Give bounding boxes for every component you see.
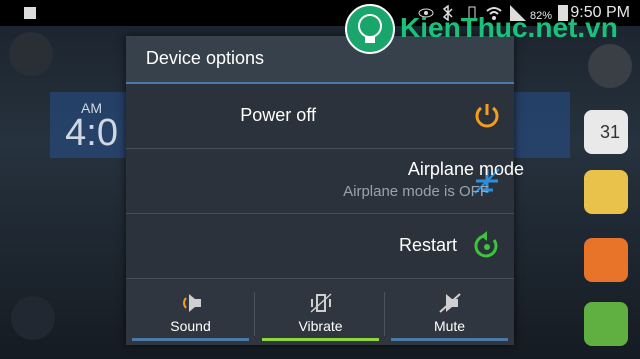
- email-icon[interactable]: [584, 170, 628, 214]
- mute-icon: [438, 292, 462, 314]
- power-off-label: Power off: [240, 105, 316, 125]
- power-off-option[interactable]: Power off: [126, 84, 514, 149]
- dialog-title: Device options: [146, 48, 265, 68]
- mic-icon[interactable]: [11, 296, 55, 340]
- sound-tab[interactable]: Sound: [126, 280, 255, 345]
- search-icon[interactable]: [9, 32, 53, 76]
- device-options-dialog: Device options Power off Airplane mode A…: [126, 36, 524, 345]
- right-dock: [0, 26, 55, 359]
- airplane-mode-status: Airplane mode is OFF: [343, 183, 489, 200]
- vibrate-indicator: [262, 338, 379, 341]
- calendar-icon[interactable]: 31: [584, 110, 628, 154]
- phone-icon[interactable]: [584, 302, 628, 346]
- airplane-mode-label: Airplane mode: [408, 159, 525, 179]
- power-icon: [472, 100, 502, 130]
- mute-label: Mute: [433, 318, 466, 334]
- vibrate-tab[interactable]: Vibrate: [256, 280, 385, 345]
- notification-icon: [22, 5, 38, 21]
- divider: [254, 292, 255, 336]
- sound-label: Sound: [170, 318, 211, 334]
- watermark-text: KienThuc.net.vn: [400, 12, 618, 43]
- sound-indicator: [132, 338, 249, 341]
- contacts-icon[interactable]: [584, 238, 628, 282]
- calendar-day: 31: [599, 122, 620, 142]
- mute-indicator: [391, 338, 508, 341]
- speaker-icon: [179, 292, 203, 314]
- restart-label: Restart: [399, 235, 458, 255]
- vibrate-icon: [309, 292, 333, 314]
- mute-tab[interactable]: Mute: [385, 280, 514, 345]
- lightbulb-icon: [345, 4, 395, 54]
- vibrate-label: Vibrate: [298, 318, 343, 334]
- watermark-logo: KienThuc.net.vn: [345, 4, 625, 56]
- left-dock: 31: [570, 26, 640, 359]
- clock-time: 4:0: [65, 112, 118, 154]
- sound-mode-bar: Sound Vibrate Mute: [126, 280, 514, 345]
- restart-icon: [472, 231, 502, 261]
- airplane-mode-option[interactable]: Airplane mode Airplane mode is OFF: [126, 149, 524, 214]
- restart-option[interactable]: Restart: [126, 214, 514, 279]
